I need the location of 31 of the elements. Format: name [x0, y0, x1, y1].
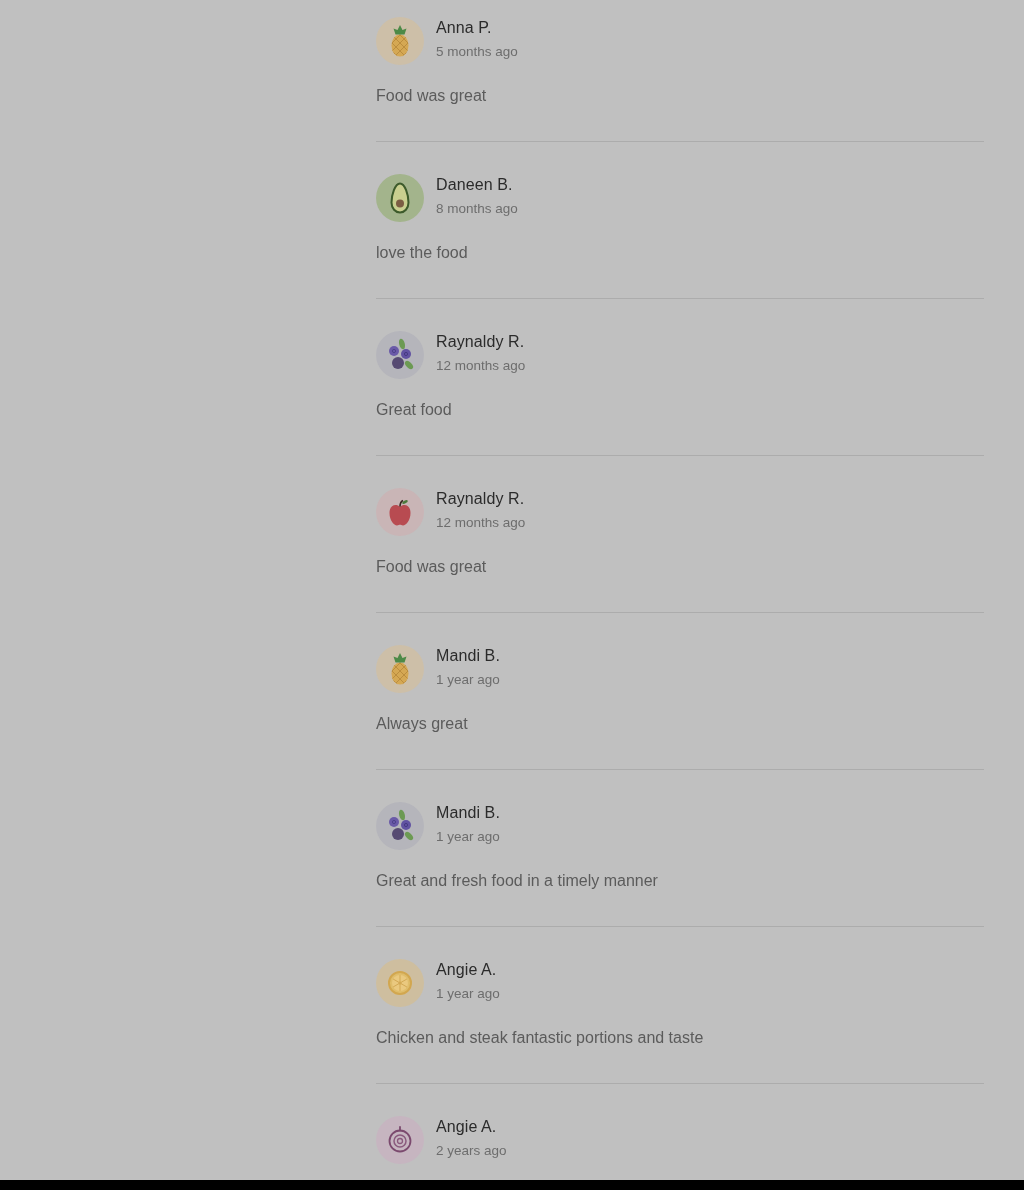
citrus-slice-icon	[376, 959, 424, 1007]
pineapple-icon	[376, 17, 424, 65]
review-time: 5 months ago	[436, 43, 518, 61]
review-comment: love the food	[376, 243, 468, 263]
avocado-icon	[376, 174, 424, 222]
review-time: 2 years ago	[436, 1142, 507, 1160]
blueberries-icon	[376, 331, 424, 379]
reviewer-name: Raynaldy R.	[436, 332, 525, 352]
reviewer-name: Angie A.	[436, 960, 497, 980]
reviewer-name: Raynaldy R.	[436, 489, 525, 509]
reviewer-name: Angie A.	[436, 1117, 497, 1137]
blueberries-icon	[376, 802, 424, 850]
review-comment: Great and fresh food in a timely manner	[376, 871, 658, 891]
reviewer-name: Anna P.	[436, 18, 492, 38]
review-time: 1 year ago	[436, 985, 500, 1003]
review-comment: Food was great	[376, 557, 487, 577]
apple-icon	[376, 488, 424, 536]
onion-icon	[376, 1116, 424, 1164]
reviewer-name: Daneen B.	[436, 175, 513, 195]
reviewer-name: Mandi B.	[436, 646, 500, 666]
review-time: 1 year ago	[436, 828, 500, 846]
review-time: 12 months ago	[436, 357, 526, 375]
review-comment: Chicken and steak fantastic portions and taste	[376, 1028, 704, 1048]
review-comment: Always great	[376, 714, 468, 734]
review-time: 1 year ago	[436, 671, 500, 689]
review-time: 8 months ago	[436, 200, 518, 218]
review-comment: Great food	[376, 400, 452, 420]
reviewer-name: Mandi B.	[436, 803, 500, 823]
pineapple-icon	[376, 645, 424, 693]
review-comment: Food was great	[376, 86, 487, 106]
review-time: 12 months ago	[436, 514, 526, 532]
